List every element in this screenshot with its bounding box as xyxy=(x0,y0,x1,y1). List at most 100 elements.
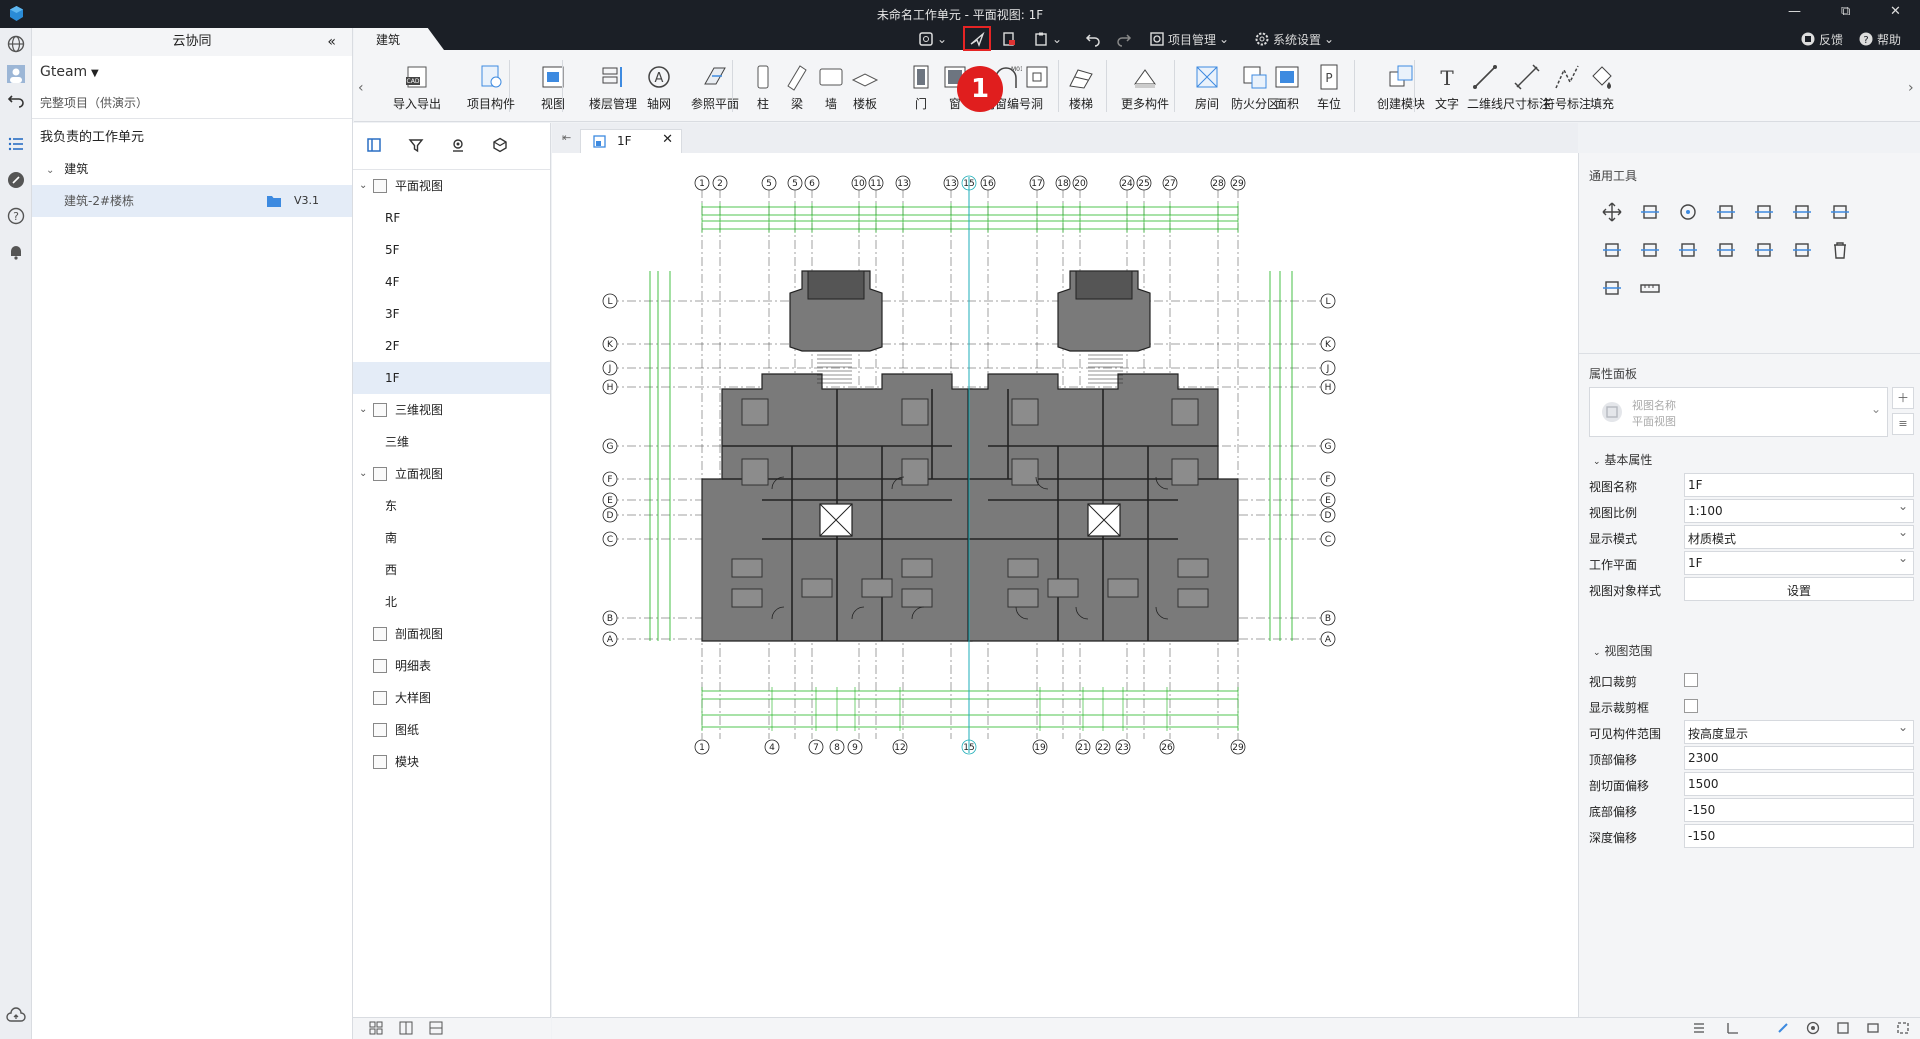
mirror-tool-icon[interactable] xyxy=(1791,239,1813,261)
view-range-heading[interactable]: ⌄ 视图范围 xyxy=(1593,642,1652,659)
prop-input[interactable]: 1F xyxy=(1684,473,1914,497)
ribbon-scroll-left-icon[interactable]: ‹ xyxy=(358,80,364,96)
ribbon-button-opening[interactable]: 洞 xyxy=(1022,62,1052,116)
tree-view-item[interactable]: 西 xyxy=(353,554,550,586)
tree-group-plan[interactable]: ⌄ 平面视图 xyxy=(353,170,550,202)
tree-view-item[interactable]: 2F xyxy=(353,330,550,362)
list-view-icon[interactable] xyxy=(429,1021,443,1038)
tree-view-item[interactable]: 1F xyxy=(353,362,550,394)
prop-dropdown[interactable]: 材质模式 xyxy=(1684,525,1914,549)
mirror-axis-tool-icon[interactable] xyxy=(1753,201,1775,223)
team-selector[interactable]: Gteam ▼ xyxy=(32,56,352,88)
prop-input[interactable]: 2300 xyxy=(1684,746,1914,770)
ribbon-button-grid[interactable]: A 轴网 xyxy=(644,62,674,116)
prop-dropdown[interactable]: 1:100 xyxy=(1684,499,1914,523)
display-toggle-icon[interactable] xyxy=(1866,1021,1880,1038)
ribbon-button-room[interactable]: 房间 xyxy=(1192,62,1222,116)
ribbon-scroll-right-icon[interactable]: › xyxy=(1908,80,1914,96)
tree-view-item[interactable]: 3F xyxy=(353,298,550,330)
work-unit-row[interactable]: 建筑-2#楼栋 V3.1 xyxy=(32,185,352,217)
edit-type-button[interactable]: ≡ xyxy=(1892,413,1914,435)
ribbon-button-stair[interactable]: 楼梯 xyxy=(1066,62,1096,116)
tab-list-icon[interactable]: ⇤ xyxy=(562,131,571,144)
tree-view-item[interactable]: 北 xyxy=(353,586,550,618)
offset-tool-icon[interactable] xyxy=(1715,201,1737,223)
tree-group-sheet[interactable]: 图纸 xyxy=(353,714,550,746)
tree-view-item[interactable]: 南 xyxy=(353,522,550,554)
system-settings-menu[interactable]: 系统设置 ⌄ xyxy=(1254,30,1334,48)
tab-architecture[interactable]: 建筑 xyxy=(354,28,444,50)
cube-icon[interactable] xyxy=(479,137,521,156)
tree-view-item[interactable]: 5F xyxy=(353,234,550,266)
ribbon-button-door[interactable]: 门 xyxy=(906,62,936,116)
collapse-panel-icon[interactable]: « xyxy=(327,28,336,56)
align-tool-icon[interactable] xyxy=(1639,201,1661,223)
close-tab-icon[interactable]: ✕ xyxy=(662,132,673,147)
ribbon-button-view[interactable]: 视图 xyxy=(532,62,574,116)
prop-checkbox[interactable] xyxy=(1684,673,1698,687)
angle-icon[interactable] xyxy=(1726,1021,1740,1038)
trim-tool-icon[interactable] xyxy=(1601,239,1623,261)
tree-group-section[interactable]: 剖面视图 xyxy=(353,618,550,650)
quick-tool-snap[interactable]: ⌄ xyxy=(918,30,947,48)
drawing-canvas[interactable]: 1 2 5 5 6 10 11 13 13 15 16 17 18 20 24 25 27 28 29 1 4 7 8 9 12… xyxy=(552,153,1578,1017)
locate-icon[interactable] xyxy=(437,137,479,156)
quick-tool-document[interactable] xyxy=(1001,30,1017,48)
avatar-icon[interactable] xyxy=(6,64,26,84)
redo-button[interactable] xyxy=(1116,30,1132,48)
undo-button[interactable] xyxy=(1085,30,1101,48)
grid-view-icon[interactable] xyxy=(369,1021,383,1038)
filter-icon[interactable] xyxy=(395,137,437,156)
break-tool-icon[interactable] xyxy=(1677,239,1699,261)
close-icon[interactable]: ✕ xyxy=(1890,4,1901,19)
tree-group-detail[interactable]: 大样图 xyxy=(353,682,550,714)
tree-group-architecture[interactable]: ⌄ 建筑 xyxy=(32,153,352,185)
ribbon-button-parking[interactable]: P 车位 xyxy=(1314,62,1344,116)
tree-group-schedule[interactable]: 明细表 xyxy=(353,650,550,682)
prop-input[interactable]: -150 xyxy=(1684,798,1914,822)
add-type-button[interactable]: ＋ xyxy=(1892,387,1914,409)
cloud-upload-icon[interactable] xyxy=(6,1006,26,1026)
tree-group-module[interactable]: 模块 xyxy=(353,746,550,778)
ribbon-button-column[interactable]: 柱 xyxy=(748,62,778,116)
help-button[interactable]: ? 帮助 xyxy=(1858,30,1901,48)
prop-input[interactable]: -150 xyxy=(1684,824,1914,848)
tree-group-3d[interactable]: ⌄ 三维视图 xyxy=(353,394,550,426)
link-icon[interactable] xyxy=(6,170,26,190)
tree-group-elevation[interactable]: ⌄ 立面视图 xyxy=(353,458,550,490)
prop-dropdown[interactable]: 1F xyxy=(1684,551,1914,575)
pin-tool-icon[interactable] xyxy=(1601,277,1623,299)
floor-plan-drawing[interactable]: 1 2 5 5 6 10 11 13 13 15 16 17 18 20 24 25 27 28 291 4 7 8 9 12… xyxy=(552,153,1578,1017)
ribbon-button-beam[interactable]: 梁 xyxy=(782,62,812,116)
measure-tool-icon[interactable] xyxy=(1639,277,1661,299)
tile-view-icon[interactable] xyxy=(399,1021,413,1038)
view-type-selector[interactable]: 视图名称 平面视图 ⌄ xyxy=(1589,387,1888,437)
ribbon-button-fill[interactable]: 填充 xyxy=(1582,62,1622,116)
ribbon-button-text[interactable]: T 文字 xyxy=(1432,62,1462,116)
ribbon-button-ref-plane[interactable]: 参照平面 xyxy=(686,62,744,116)
extend-tool-icon[interactable] xyxy=(1639,239,1661,261)
layer-stack-icon[interactable] xyxy=(1836,1021,1850,1038)
ribbon-button-wall[interactable]: 墙 xyxy=(816,62,846,116)
prop-dropdown[interactable]: 按高度显示 xyxy=(1684,720,1914,744)
folder-open-icon[interactable] xyxy=(266,194,282,208)
tree-view-item[interactable]: 4F xyxy=(353,266,550,298)
back-icon[interactable] xyxy=(6,90,26,110)
bell-icon[interactable] xyxy=(6,242,26,262)
fit-view-icon[interactable] xyxy=(1896,1021,1910,1038)
ribbon-button-cad-import[interactable]: CAD 导入导出 xyxy=(388,62,446,116)
split-tool-icon[interactable] xyxy=(1791,201,1813,223)
snap-target-icon[interactable] xyxy=(1806,1021,1820,1038)
question-icon[interactable]: ? xyxy=(6,206,26,226)
project-manage-menu[interactable]: 项目管理 ⌄ xyxy=(1149,30,1229,48)
ribbon-button-create-module[interactable]: 创建模块 xyxy=(1372,62,1430,116)
tree-view-item[interactable]: 东 xyxy=(353,490,550,522)
restore-icon[interactable]: ⧉ xyxy=(1841,4,1850,19)
delete-tool-icon[interactable] xyxy=(1829,239,1851,261)
prop-button[interactable]: 设置 xyxy=(1684,577,1914,601)
rotate-tool-icon[interactable] xyxy=(1677,201,1699,223)
layers-icon[interactable] xyxy=(1692,1021,1706,1038)
chain-icon[interactable] xyxy=(1776,1021,1790,1038)
prop-input[interactable]: 1500 xyxy=(1684,772,1914,796)
array-tool-icon[interactable] xyxy=(1715,239,1737,261)
